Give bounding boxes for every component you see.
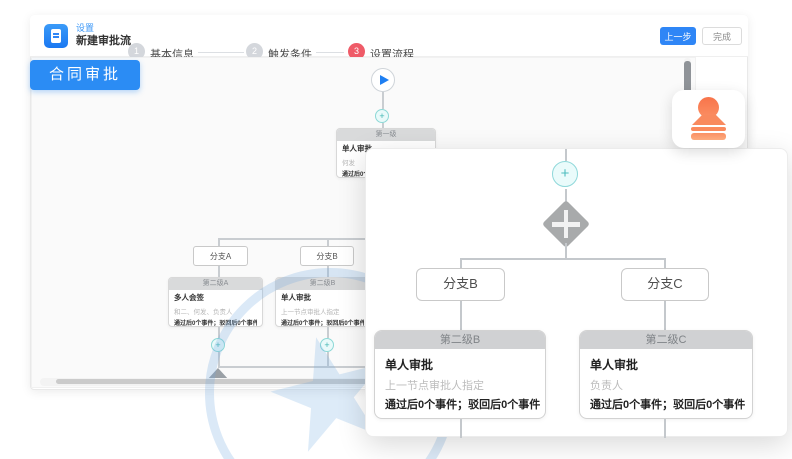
connector-line [218,352,220,366]
step-connector [316,52,344,53]
app-header: 设置 新建审批流 1 基本信息 2 触发条件 3 设置流程 [30,15,748,57]
node-assignee: 上一节点审批人指定 [281,306,364,316]
connector-line [218,327,220,338]
approval-card-level2c[interactable]: 第二级C 单人审批 负责人 通过后0个事件；驳回后0个事件 [579,330,753,419]
play-icon [380,75,389,85]
card-assignee: 负责人 [590,377,742,393]
card-header: 第二级C [580,331,752,349]
previous-step-button[interactable]: 上一步 [660,27,696,45]
vertical-scrollbar-thumb[interactable] [684,61,691,93]
page: 设置 新建审批流 1 基本信息 2 触发条件 3 设置流程 上一步 完成 + 第… [0,0,792,459]
node-assignee: 和二、何发、负责人 [174,306,257,316]
connector-line [327,266,329,277]
connector-line [382,92,384,109]
card-assignee: 上一节点审批人指定 [385,377,535,393]
add-node-button[interactable]: + [375,109,389,123]
card-header: 第二级B [375,331,545,349]
connector-line [565,243,567,258]
node-header: 第二级A [169,278,262,290]
start-node[interactable] [371,68,395,92]
connector-line [327,238,329,246]
connector-line [460,301,462,330]
app-title: 新建审批流 [76,32,131,48]
diamond-plus-icon [564,210,569,238]
stamp-icon [691,127,726,131]
connector-line [664,419,666,438]
connector-line [327,327,329,338]
connector-line [218,238,220,246]
branch-button-a[interactable]: 分支A [193,246,248,266]
connector-line [664,258,666,268]
card-type: 单人审批 [590,356,742,373]
node-header: 第二级B [276,278,369,290]
approval-node-level2b[interactable]: 第二级B 单人审批 上一节点审批人指定 通过后0个事件；驳回后0个事件 [275,277,370,327]
connector-line [460,258,666,260]
add-node-button[interactable]: + [552,161,578,187]
stamp-card [672,90,745,148]
node-type: 多人会签 [174,292,257,303]
document-glyph [51,29,61,43]
stamp-icon [691,133,726,140]
finish-button[interactable]: 完成 [702,27,742,45]
plus-icon: + [215,340,220,350]
connector-line [460,258,462,268]
node-type: 单人审批 [281,292,364,303]
add-node-button[interactable]: + [320,338,334,352]
connector-line [218,266,220,277]
branch-button-c[interactable]: 分支C [621,268,709,301]
plus-icon: + [561,165,570,182]
node-events: 通过后0个事件；驳回后0个事件 [281,318,364,327]
branch-button-b[interactable]: 分支B [300,246,354,266]
card-type: 单人审批 [385,356,535,373]
connector-line [460,419,462,438]
plus-icon: + [324,340,329,350]
card-events: 通过后0个事件；驳回后0个事件 [590,396,742,412]
document-icon [44,24,68,48]
contract-approval-tag: 合同审批 [30,60,140,90]
node-header: 第一级 [337,129,435,141]
add-node-button[interactable]: + [211,338,225,352]
approval-node-level2a[interactable]: 第二级A 多人会签 和二、何发、负责人 通过后0个事件；驳回后0个事件 [168,277,263,327]
step-connector [198,52,244,53]
approval-card-level2b[interactable]: 第二级B 单人审批 上一节点审批人指定 通过后0个事件；驳回后0个事件 [374,330,546,419]
node-events: 通过后0个事件；驳回后0个事件 [174,318,257,327]
connector-line [327,352,329,366]
branch-button-b[interactable]: 分支B [416,268,505,301]
plus-icon: + [379,111,384,121]
overlay-panel: + 分支B 分支C 第二级B 单人审批 上一节点审批人指定 通过后0个事件；驳回… [365,148,788,437]
card-events: 通过后0个事件；驳回后0个事件 [385,396,535,412]
stamp-icon [692,115,726,125]
connector-line [565,149,567,161]
connector-line [664,301,666,330]
